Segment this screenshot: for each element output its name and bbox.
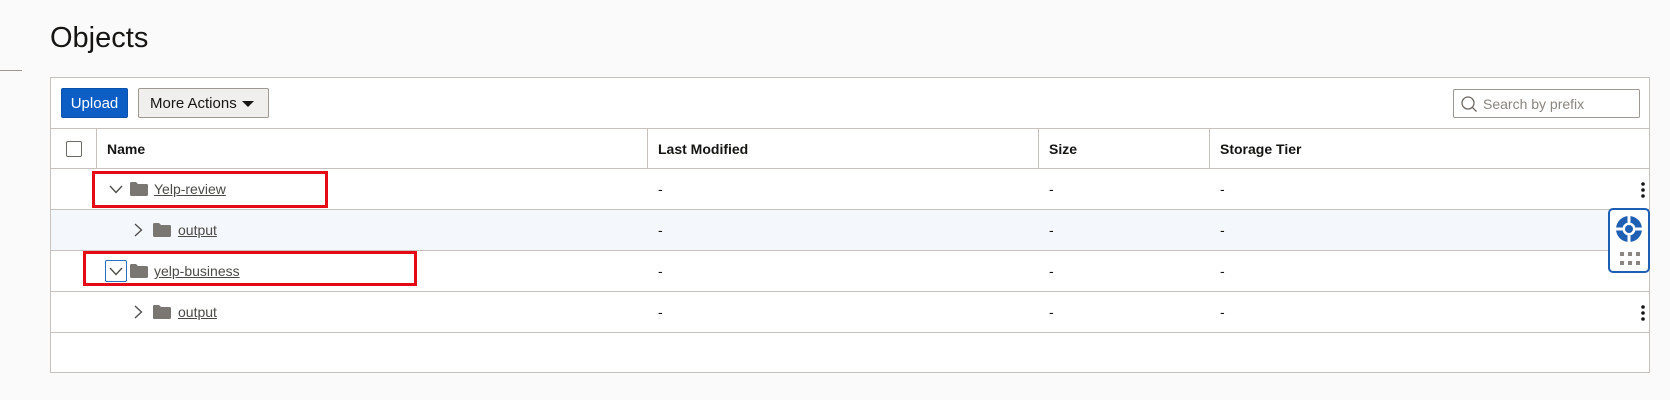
- folder-icon: [130, 182, 148, 196]
- last-modified-cell: -: [648, 251, 1039, 291]
- name-cell: output: [97, 292, 648, 332]
- kebab-icon[interactable]: [1639, 181, 1647, 199]
- caret-down-icon: [242, 101, 254, 107]
- chevron-right-icon[interactable]: [128, 302, 148, 322]
- help-widget[interactable]: [1608, 208, 1650, 273]
- select-all-checkbox[interactable]: [66, 140, 82, 157]
- chevron-right-icon[interactable]: [128, 220, 148, 240]
- table-row: output - - -: [51, 292, 1649, 333]
- more-actions-button[interactable]: More Actions: [138, 88, 269, 118]
- name-cell: Yelp-review: [97, 169, 648, 209]
- column-header-size[interactable]: Size: [1039, 129, 1210, 168]
- name-cell: yelp-business: [97, 251, 648, 291]
- last-modified-value: -: [658, 181, 663, 197]
- objects-table: Name Last Modified Size Storage Tier Yel…: [51, 129, 1649, 333]
- size-value: -: [1049, 181, 1054, 197]
- column-header-name[interactable]: Name: [97, 129, 648, 168]
- toolbar: Upload More Actions: [51, 78, 1649, 129]
- size-cell: -: [1039, 210, 1210, 250]
- size-value: -: [1049, 263, 1054, 279]
- last-modified-cell: -: [648, 210, 1039, 250]
- folder-icon: [130, 264, 148, 278]
- chevron-down-icon[interactable]: [106, 179, 126, 199]
- folder-link[interactable]: output: [178, 304, 217, 320]
- last-modified-value: -: [658, 304, 663, 320]
- table-row: Yelp-review - - -: [51, 169, 1649, 210]
- last-modified-cell: -: [648, 292, 1039, 332]
- grid-icon[interactable]: [1620, 252, 1640, 266]
- last-modified-value: -: [658, 263, 663, 279]
- folder-link[interactable]: Yelp-review: [154, 181, 226, 197]
- storage-tier-cell: -: [1210, 210, 1651, 250]
- table-row: output - - -: [51, 210, 1649, 251]
- more-actions-label: More Actions: [150, 94, 237, 112]
- chevron-down-icon[interactable]: [105, 260, 127, 282]
- search-input[interactable]: [1483, 92, 1635, 115]
- last-modified-cell: -: [648, 169, 1039, 209]
- kebab-icon[interactable]: [1639, 304, 1647, 322]
- storage-tier-value: -: [1220, 304, 1225, 320]
- name-cell: output: [97, 210, 648, 250]
- objects-panel: Upload More Actions Name Last Modified S…: [50, 77, 1650, 373]
- header-select-cell: [51, 129, 97, 168]
- last-modified-value: -: [658, 222, 663, 238]
- size-cell: -: [1039, 169, 1210, 209]
- column-header-storage-tier[interactable]: Storage Tier: [1210, 129, 1651, 168]
- upload-button[interactable]: Upload: [61, 88, 128, 118]
- table-row: yelp-business - - -: [51, 251, 1649, 292]
- folder-link[interactable]: yelp-business: [154, 263, 240, 279]
- size-cell: -: [1039, 251, 1210, 291]
- size-cell: -: [1039, 292, 1210, 332]
- storage-tier-value: -: [1220, 181, 1225, 197]
- storage-tier-value: -: [1220, 263, 1225, 279]
- folder-icon: [153, 305, 171, 319]
- lifebuoy-icon[interactable]: [1614, 214, 1644, 244]
- size-value: -: [1049, 222, 1054, 238]
- folder-icon: [153, 223, 171, 237]
- folder-link[interactable]: output: [178, 222, 217, 238]
- size-value: -: [1049, 304, 1054, 320]
- table-header: Name Last Modified Size Storage Tier: [51, 129, 1649, 169]
- page-title: Objects: [50, 22, 149, 54]
- column-header-last-modified[interactable]: Last Modified: [648, 129, 1039, 168]
- search-icon: [1461, 96, 1477, 112]
- storage-tier-cell: -: [1210, 251, 1651, 291]
- search-box[interactable]: [1453, 89, 1640, 118]
- left-divider: [0, 70, 22, 71]
- storage-tier-cell: -: [1210, 292, 1651, 332]
- storage-tier-cell: -: [1210, 169, 1651, 209]
- storage-tier-value: -: [1220, 222, 1225, 238]
